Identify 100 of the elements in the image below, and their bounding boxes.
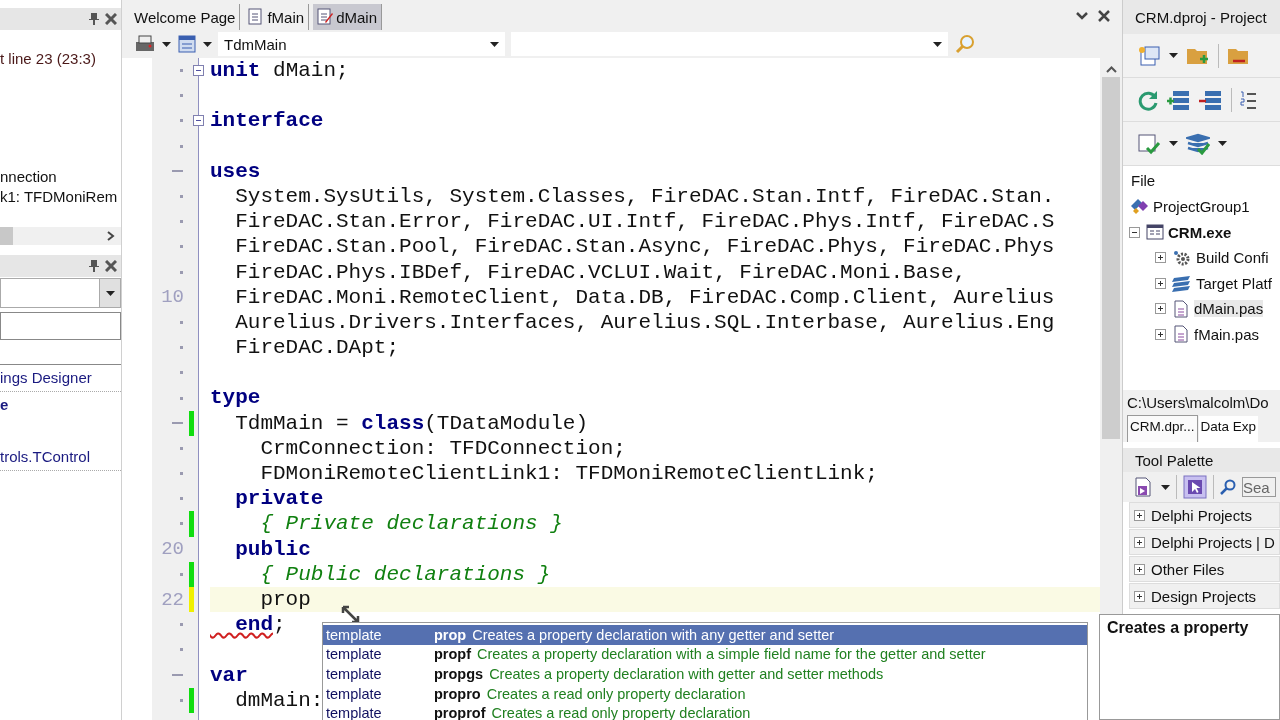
- code-line: TdmMain = class(TDataModule): [234, 411, 589, 435]
- object-link[interactable]: ings Designer: [0, 365, 121, 392]
- category-label: Delphi Projects | D: [1151, 533, 1275, 551]
- search-icon[interactable]: [1220, 479, 1236, 495]
- code-line: FireDAC.Stan.Error, FireDAC.UI.Intf, FireDAC.Phys.Intf, FireDAC.S: [234, 210, 1055, 234]
- panel-tab[interactable]: Data Exp: [1198, 416, 1259, 442]
- document-icon: [248, 8, 265, 26]
- line-number: 20: [161, 538, 184, 561]
- object-link[interactable]: trols.TControl: [0, 444, 121, 471]
- numbered-list-icon[interactable]: [1240, 88, 1256, 111]
- caret-icon[interactable]: [162, 41, 171, 47]
- code-line: uses: [210, 159, 261, 183]
- caret-icon[interactable]: [203, 41, 212, 47]
- form-icon[interactable]: [177, 34, 197, 54]
- search-field[interactable]: Sea: [1242, 477, 1276, 497]
- tree-item[interactable]: fMain.pas: [1194, 325, 1260, 343]
- expand-icon[interactable]: [1134, 536, 1145, 548]
- caret-icon[interactable]: [1169, 141, 1178, 146]
- line-number: 10: [161, 286, 184, 309]
- editor-tab[interactable]: dMain: [313, 4, 382, 30]
- gear-icon: [1172, 248, 1192, 267]
- completion-item[interactable]: template propro Creates a read only property declaration: [323, 683, 1087, 704]
- caret-icon: [105, 290, 115, 296]
- input-field[interactable]: [0, 312, 121, 340]
- structure-item[interactable]: k1: TFDMoniRem: [0, 187, 121, 207]
- palette-category[interactable]: Other Files: [1129, 556, 1280, 582]
- status-text: t line 23 (23:3): [0, 50, 97, 67]
- tree-item[interactable]: CRM.exe: [1168, 223, 1232, 241]
- line-dash-icon: [172, 170, 183, 173]
- completion-item[interactable]: template prop Creates a property declaration with any getter and setter: [323, 625, 1087, 645]
- code-line: var: [210, 663, 248, 687]
- code-line: prop: [259, 587, 311, 611]
- code-line: end;: [234, 613, 286, 637]
- expand-icon[interactable]: [1155, 303, 1166, 315]
- expand-icon[interactable]: [1155, 277, 1166, 289]
- close-icon[interactable]: [105, 13, 117, 25]
- close-icon[interactable]: [1098, 10, 1110, 22]
- tree-item[interactable]: ProjectGroup1: [1153, 198, 1250, 216]
- code-line: FireDAC.Moni.RemoteClient, Data.DB, FireDAC.Comp.Client, Aurelius: [234, 285, 1055, 309]
- expand-icon[interactable]: [1134, 509, 1145, 521]
- caret-icon[interactable]: [1169, 53, 1178, 58]
- pointer-icon[interactable]: [1183, 475, 1207, 499]
- remove-item-icon[interactable]: [1199, 88, 1223, 111]
- code-line: Aurelius.Drivers.Interfaces, Aurelius.SQL.Interbase, Aurelius.Eng: [234, 310, 1055, 334]
- line-dash-icon: [172, 422, 183, 425]
- line-dash-icon: [172, 674, 183, 677]
- close-icon[interactable]: [105, 260, 117, 272]
- object-link[interactable]: e: [0, 392, 121, 444]
- edited-document-icon: [317, 8, 334, 26]
- expand-icon[interactable]: [1134, 590, 1145, 602]
- code-line: interface: [210, 109, 324, 133]
- collapse-icon[interactable]: [193, 65, 204, 76]
- palette-category[interactable]: Design Projects: [1129, 583, 1280, 609]
- category-label: Other Files: [1151, 560, 1225, 578]
- completion-item[interactable]: template propf Creates a property declaration with a simple field name for the getter and setter: [323, 644, 1087, 665]
- scrollbar[interactable]: [0, 227, 121, 245]
- tree-item[interactable]: Build Confi: [1196, 249, 1269, 267]
- new-item-icon[interactable]: [1137, 44, 1161, 67]
- collapse-icon[interactable]: [1129, 226, 1140, 238]
- column-header[interactable]: File: [1123, 166, 1280, 192]
- panel-title: Tool Palette: [1123, 448, 1280, 472]
- code-line: FireDAC.Stan.Pool, FireDAC.Stan.Async, FireDAC.Phys, FireDAC.Phys: [234, 235, 1055, 259]
- code-line: System.SysUtils, System.Classes, FireDAC.Stan.Intf, FireDAC.Stan.: [234, 184, 1055, 208]
- tree-item[interactable]: dMain.pas: [1194, 300, 1264, 318]
- expand-icon[interactable]: [1155, 328, 1166, 340]
- scroll-thumb[interactable]: [0, 227, 13, 245]
- code-line: dmMain:: [234, 688, 324, 712]
- line-number: 22: [161, 588, 184, 611]
- pin-icon[interactable]: [89, 260, 99, 272]
- caret-icon[interactable]: [1161, 484, 1170, 490]
- scrollbar[interactable]: [1100, 58, 1122, 614]
- panel-tab[interactable]: CRM.dpr...: [1127, 415, 1198, 442]
- code-line: type: [210, 386, 261, 410]
- caret-icon[interactable]: [1218, 141, 1227, 146]
- caret-icon: [490, 41, 499, 47]
- hint-text: Creates a property: [1107, 619, 1249, 636]
- caret-icon: [933, 41, 942, 47]
- add-item-icon[interactable]: [1167, 88, 1191, 111]
- pin-icon[interactable]: [89, 13, 99, 25]
- expand-icon[interactable]: [1134, 563, 1145, 575]
- code-line: { Private declarations }: [259, 512, 563, 536]
- expand-icon[interactable]: [1155, 252, 1166, 264]
- category-label: Design Projects: [1151, 587, 1257, 605]
- layers-check-icon[interactable]: [1186, 132, 1210, 155]
- completion-item[interactable]: template propgs Creates a property declaration with getter and setter methods: [323, 664, 1087, 684]
- layers-icon: [1172, 274, 1192, 293]
- tree-item[interactable]: Target Platf: [1196, 274, 1272, 292]
- chevron-down-icon[interactable]: [1076, 11, 1088, 21]
- collapse-icon[interactable]: [193, 115, 204, 127]
- palette-category[interactable]: Delphi Projects | D: [1129, 529, 1280, 555]
- chevron-up-icon[interactable]: [1105, 66, 1117, 73]
- chevron-right-icon[interactable]: [107, 231, 115, 241]
- class-dropdown[interactable]: TdmMain: [218, 32, 505, 56]
- build-check-icon[interactable]: [1137, 132, 1161, 155]
- panel-title: CRM.dproj - Project: [1123, 0, 1280, 34]
- category-label: Delphi Projects: [1151, 506, 1252, 524]
- structure-item[interactable]: nnection: [0, 167, 121, 187]
- printer-icon[interactable]: [134, 34, 156, 54]
- code-line: FDMoniRemoteClientLink1: TFDMoniRemoteClientLink;: [259, 462, 878, 485]
- palette-category[interactable]: Delphi Projects: [1129, 502, 1280, 528]
